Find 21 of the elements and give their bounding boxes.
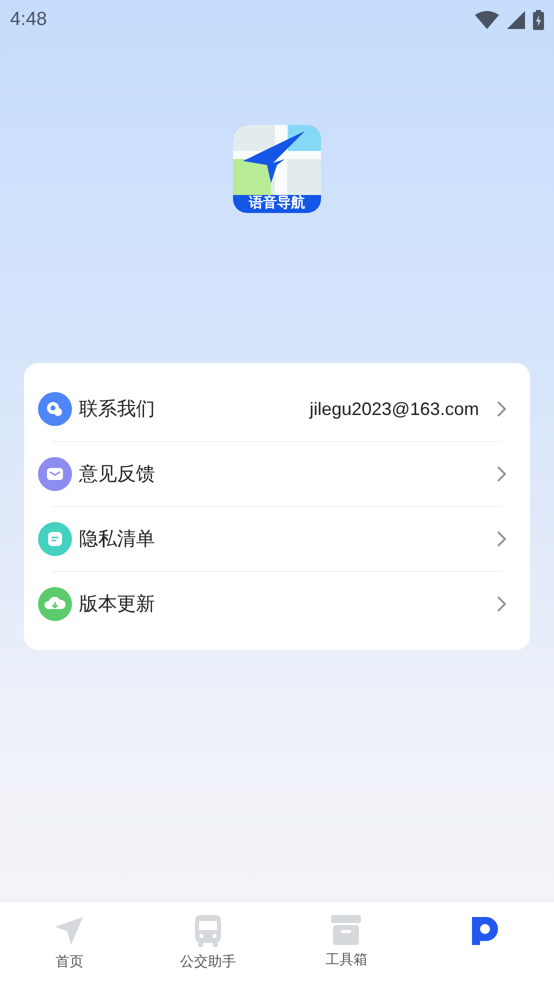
profile-icon (470, 915, 500, 945)
app-logo: 语音导航 (233, 125, 321, 213)
wifi-icon (475, 11, 499, 29)
battery-icon (533, 10, 544, 30)
archive-box-icon (331, 915, 362, 945)
status-time: 4:48 (10, 9, 47, 31)
bus-icon (194, 915, 221, 947)
chevron-right-icon (497, 596, 506, 612)
menu-item[interactable]: 版本更新 (24, 572, 530, 636)
menu-item[interactable]: 隐私清单 (24, 507, 530, 571)
menu-item[interactable]: 联系我们 jilegu2023@163.com (24, 377, 530, 441)
navigation-arrow-icon (53, 915, 86, 947)
signal-icon (507, 11, 525, 29)
nav-tab[interactable]: 首页 (0, 902, 138, 984)
menu-item[interactable]: 意见反馈 (24, 442, 530, 506)
nav-tab[interactable]: 公交助手 (138, 902, 277, 984)
email-address: jilegu2023@163.com (310, 398, 479, 420)
chevron-right-icon (497, 401, 506, 417)
chevron-right-icon (497, 531, 506, 547)
chevron-right-icon (497, 466, 506, 482)
nav-tab[interactable]: 工具箱 (277, 902, 416, 984)
